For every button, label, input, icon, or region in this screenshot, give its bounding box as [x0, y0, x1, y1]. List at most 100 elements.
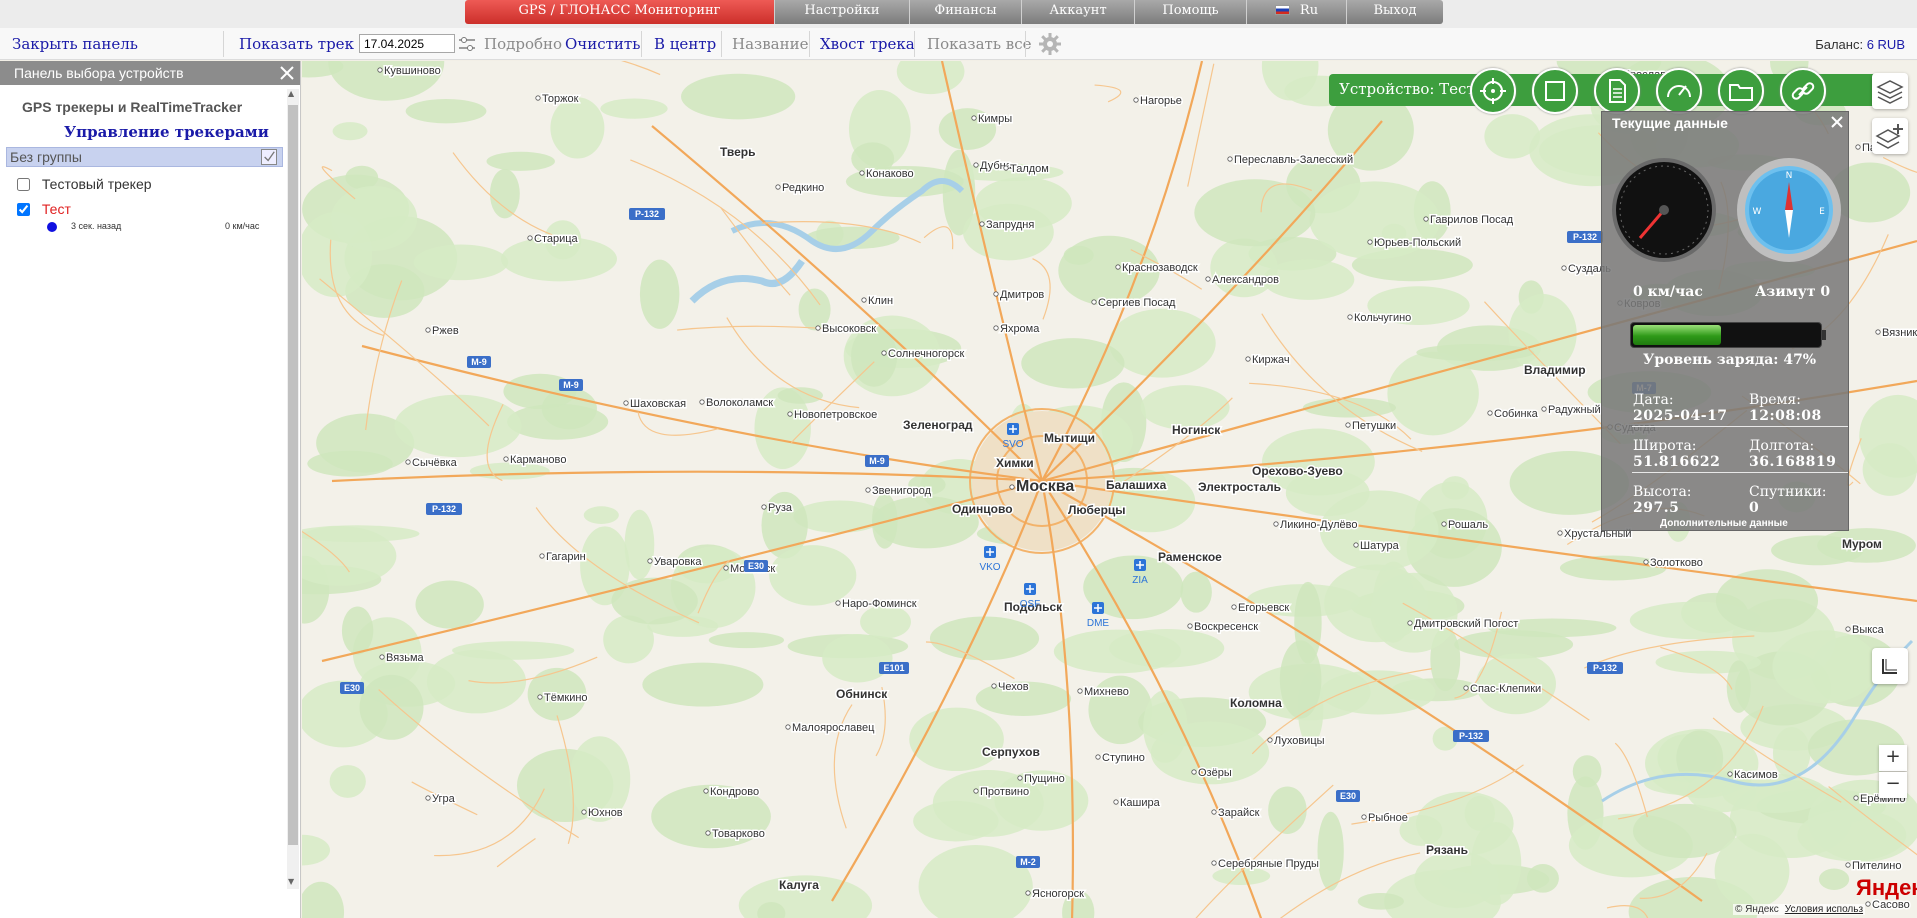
city-label: Люберцы — [1068, 503, 1126, 517]
tracker-checkbox[interactable] — [17, 178, 30, 191]
city-label: Балашиха — [1106, 478, 1167, 492]
ruler-button[interactable] — [1872, 648, 1908, 684]
city-marker: Звенигород — [865, 484, 933, 499]
forest-area — [860, 605, 911, 639]
menu-item-logout[interactable]: Выход — [1347, 0, 1443, 24]
city-label: Рязань — [1426, 843, 1468, 857]
city-marker: Яхрома — [993, 322, 1042, 337]
layers-button[interactable] — [1872, 73, 1908, 109]
city-marker: Пителино — [1845, 859, 1903, 874]
link-button[interactable] — [1780, 68, 1826, 114]
city-dot — [703, 788, 709, 794]
balance-value[interactable]: 6 RUB — [1867, 37, 1905, 52]
device-panel-subtitle: GPS трекеры и RealTimeTracker — [22, 99, 243, 115]
close-panel-link[interactable]: Закрыть панель — [12, 35, 138, 53]
tracker-checkbox[interactable] — [17, 203, 30, 216]
forest-area — [1818, 868, 1850, 890]
group-label: Без группы — [10, 149, 82, 165]
city-dot — [1091, 299, 1097, 305]
city-dot — [993, 291, 999, 297]
speedometer-button[interactable] — [1656, 68, 1702, 114]
folder-button[interactable] — [1718, 68, 1764, 114]
menu-item-language[interactable]: Ru — [1247, 0, 1347, 24]
road-sign-label: E101 — [883, 663, 904, 673]
tracker-row[interactable]: Тест — [17, 201, 71, 217]
manage-trackers-link[interactable]: Управление трекерами — [64, 123, 269, 141]
road-sign: P-132 — [1567, 231, 1603, 243]
menu-item-monitoring[interactable]: GPS / ГЛОНАСС Мониторинг — [465, 0, 775, 24]
show-all-link[interactable]: Показать все — [927, 35, 1032, 53]
sidebar-scrollbar[interactable]: ▲ ▼ — [287, 89, 299, 889]
details-link[interactable]: Подробно — [484, 35, 562, 53]
airport-code: OSF — [1020, 599, 1041, 610]
city-label: Рыбное — [1368, 812, 1408, 824]
city-marker: Электросталь — [1197, 479, 1283, 496]
document-button[interactable] — [1594, 68, 1640, 114]
add-layer-button[interactable] — [1872, 118, 1908, 154]
forest-area — [1210, 238, 1278, 298]
name-toggle-link[interactable]: Название — [732, 35, 808, 53]
road-sign-label: P-132 — [635, 209, 659, 219]
city-marker: Зарайск — [1211, 806, 1261, 821]
more-data-link[interactable]: Дополнительные данные — [1660, 518, 1788, 529]
city-dot — [973, 162, 979, 168]
date-label: Дата: — [1633, 392, 1674, 408]
scroll-down-arrow-icon[interactable]: ▼ — [288, 877, 294, 886]
group-row[interactable]: Без группы — [6, 147, 283, 167]
city-dot — [1865, 901, 1871, 907]
longitude-value: 36.168819 — [1749, 454, 1837, 470]
city-dot — [377, 67, 383, 73]
track-tail-link[interactable]: Хвост трека — [820, 35, 915, 53]
menu-item-account[interactable]: Аккаунт — [1022, 0, 1135, 24]
menu-item-settings[interactable]: Настройки — [775, 0, 910, 24]
forest-area — [777, 387, 824, 404]
zoom-out-button[interactable]: − — [1879, 772, 1907, 798]
city-marker: Ногинск — [1171, 422, 1223, 439]
forest-area — [822, 634, 893, 683]
close-icon[interactable] — [278, 64, 296, 82]
city-marker: Ликино-Дулёво — [1273, 518, 1359, 533]
scrollbar-thumb[interactable] — [288, 105, 298, 845]
tracker-row[interactable]: Тестовый трекер — [17, 176, 152, 192]
center-link[interactable]: В центр — [654, 35, 716, 53]
forest-area — [600, 98, 668, 119]
toolbar-divider — [809, 31, 810, 57]
city-marker: Редкино — [775, 181, 826, 196]
link-icon — [1791, 82, 1815, 100]
target-button[interactable] — [1470, 68, 1516, 114]
city-dot — [1875, 329, 1881, 335]
svg-text:E: E — [1819, 207, 1825, 217]
forest-area — [1109, 628, 1225, 668]
clear-link[interactable]: Очистить — [565, 35, 640, 53]
city-label: Тёмкино — [544, 692, 588, 704]
close-icon[interactable] — [1829, 114, 1845, 130]
city-label: Электросталь — [1198, 480, 1281, 494]
road-sign: P-132 — [1587, 662, 1623, 674]
group-checkbox[interactable] — [261, 149, 277, 165]
zoom-in-button[interactable]: + — [1879, 745, 1907, 771]
balance-label: Баланс: — [1815, 37, 1864, 52]
sliders-icon[interactable] — [458, 35, 476, 53]
square-button[interactable] — [1532, 68, 1578, 114]
road-sign: E30 — [744, 560, 768, 572]
terms-link[interactable]: Условия использ — [1785, 904, 1863, 915]
road-sign-label: M-9 — [563, 380, 579, 390]
folder-icon — [1729, 84, 1753, 101]
menu-item-finance[interactable]: Финансы — [910, 0, 1022, 24]
city-dot — [1133, 97, 1139, 103]
city-marker: Шаховская — [623, 397, 688, 412]
show-track-link[interactable]: Показать трек за — [239, 35, 376, 53]
battery-label: Уровень заряда: 47% — [1643, 352, 1817, 368]
menu-item-help[interactable]: Помощь — [1135, 0, 1247, 24]
forest-area — [639, 259, 680, 329]
toolbar-divider — [1025, 31, 1026, 57]
city-label: Раменское — [1158, 550, 1222, 564]
scroll-up-arrow-icon[interactable]: ▲ — [288, 89, 294, 98]
track-date-input[interactable] — [359, 34, 455, 53]
city-dot — [761, 504, 767, 510]
city-marker: Рыбное — [1361, 811, 1409, 826]
city-marker: Товарково — [705, 827, 766, 842]
toolbar-divider — [721, 31, 722, 57]
gear-icon[interactable] — [1038, 32, 1062, 56]
city-dot — [1541, 406, 1547, 412]
